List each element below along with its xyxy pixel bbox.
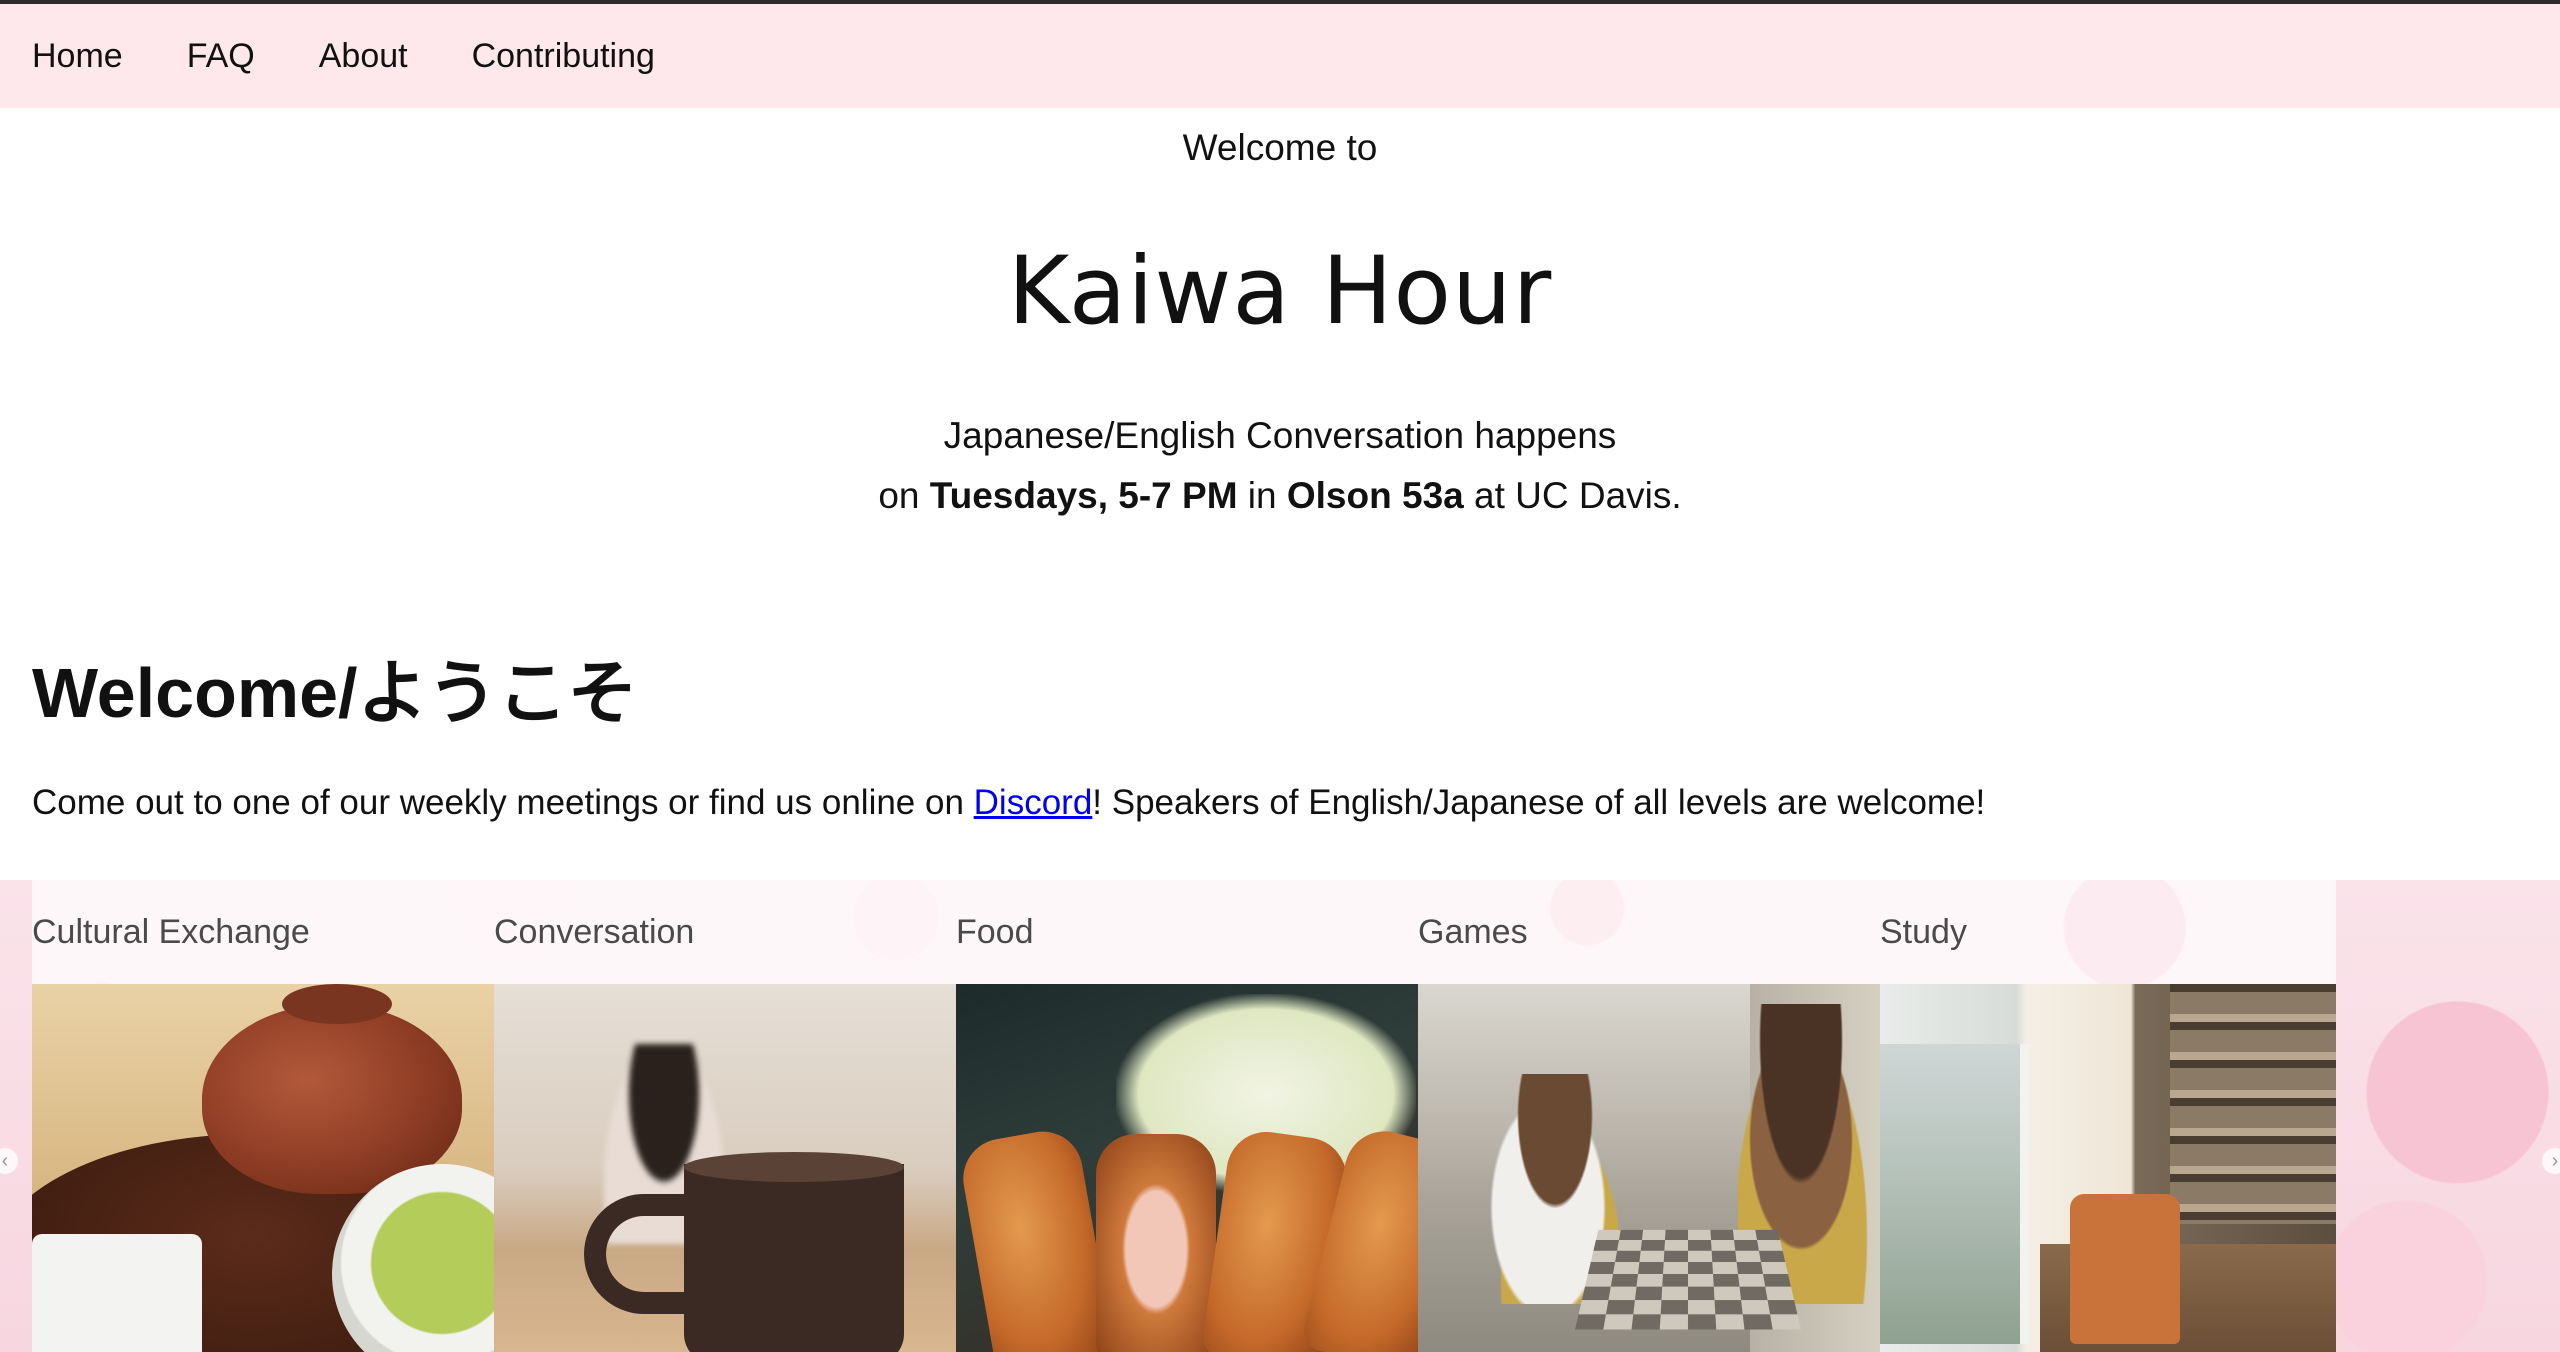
card-label: Games <box>1418 880 1880 984</box>
card-food[interactable]: Food <box>956 880 1418 1352</box>
tagline: Japanese/English Conversation happens on… <box>0 406 2560 526</box>
tagline-line-2: on Tuesdays, 5-7 PM in Olson 53a at UC D… <box>0 466 2560 526</box>
card-label: Study <box>1880 880 2336 984</box>
card-games[interactable]: Games <box>1418 880 1880 1352</box>
teapot-image <box>32 984 494 1352</box>
welcome-heading: Welcome/ようこそ <box>32 654 638 732</box>
intro-text-after: ! Speakers of English/Japanese of all le… <box>1092 783 1986 822</box>
navbar: Home FAQ About Contributing <box>0 4 2560 108</box>
intro-text-before: Come out to one of our weekly meetings o… <box>32 783 974 822</box>
chess-image <box>1418 984 1880 1352</box>
card-label: Food <box>956 880 1418 984</box>
intro-paragraph: Come out to one of our weekly meetings o… <box>32 778 2560 828</box>
card-cultural-exchange[interactable]: Cultural Exchange <box>32 880 494 1352</box>
card-label: Cultural Exchange <box>32 880 494 984</box>
cafe-image <box>494 984 956 1352</box>
food-image <box>956 984 1418 1352</box>
welcome-to-text: Welcome to <box>1182 127 1378 168</box>
meeting-time: Tuesdays, 5-7 PM <box>929 475 1238 516</box>
meeting-location: Olson 53a <box>1286 475 1464 516</box>
library-image <box>1880 984 2336 1352</box>
card-label: Conversation <box>494 880 956 984</box>
tagline-in: in <box>1237 475 1287 516</box>
card-conversation[interactable]: Conversation <box>494 880 956 1352</box>
nav-link-faq[interactable]: FAQ <box>187 37 255 76</box>
discord-link[interactable]: Discord <box>974 783 1093 822</box>
carousel-cards: Cultural Exchange Conversation Food Game… <box>32 880 2336 1352</box>
card-study[interactable]: Study <box>1880 880 2336 1352</box>
tagline-line-1: Japanese/English Conversation happens <box>943 415 1617 456</box>
carousel-prev-icon[interactable]: ‹ <box>0 1148 18 1174</box>
activities-carousel: ‹ Cultural Exchange Conversation Food Ga… <box>0 880 2560 1352</box>
intro-section: Welcome/ようこそ Come out to one of our week… <box>0 648 2560 828</box>
site-title: Kaiwa Hour <box>1007 237 1553 346</box>
tagline-on: on <box>878 475 930 516</box>
hero: Welcome to Kaiwa Hour Japanese/English C… <box>0 122 2560 526</box>
nav-link-about[interactable]: About <box>319 37 408 76</box>
nav-link-home[interactable]: Home <box>32 37 123 76</box>
carousel-next-icon[interactable]: › <box>2542 1148 2560 1174</box>
nav-link-contributing[interactable]: Contributing <box>472 37 655 76</box>
tagline-end: at UC Davis. <box>1463 475 1682 516</box>
